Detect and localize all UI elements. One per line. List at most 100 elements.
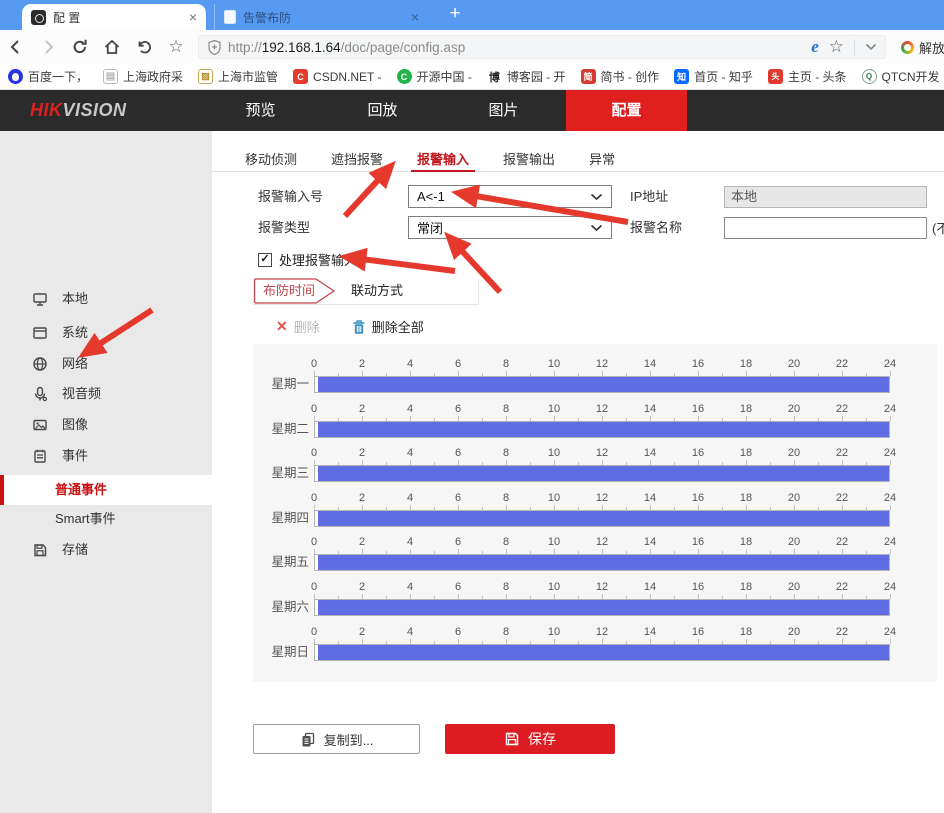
camera-favicon-icon — [31, 10, 46, 25]
schedule-timeline[interactable]: 024681012141618202224 — [314, 626, 890, 661]
sidebar-item-storage[interactable]: 存储 — [0, 535, 212, 565]
sidebar-item-system[interactable]: 系统 — [0, 318, 212, 348]
schedule-timeline[interactable]: 024681012141618202224 — [314, 403, 890, 438]
reload-icon[interactable] — [64, 33, 96, 61]
bookmark-item[interactable]: 知首页 - 知乎 — [674, 68, 753, 85]
alarm-name-field[interactable] — [724, 217, 927, 239]
armed-period[interactable] — [318, 422, 889, 437]
globe-icon — [31, 355, 49, 373]
schedule-bar[interactable] — [314, 510, 890, 527]
browser-toolbar: ☆ http://192.168.1.64/doc/page/config.as… — [0, 30, 944, 64]
back-icon[interactable] — [0, 33, 32, 61]
copy-to-button[interactable]: 复制到... — [253, 724, 420, 754]
alarm-type-select[interactable]: 常闭 — [408, 216, 612, 239]
delete-button[interactable]: ✕ 删除 — [276, 317, 320, 336]
schedule-bar[interactable] — [314, 554, 890, 571]
bookmark-item[interactable]: ▤上海政府采 — [103, 68, 183, 85]
schedule-bar[interactable] — [314, 644, 890, 661]
nav-item-playback[interactable]: 回放 — [322, 90, 443, 131]
forward-icon[interactable] — [32, 33, 64, 61]
day-label: 星期四 — [253, 510, 309, 527]
config-tabs: 移动侦测 遮挡报警 报警输入 报警输出 异常 — [212, 144, 944, 172]
chevron-down-icon — [590, 193, 603, 201]
page-favicon-icon: ▤ — [103, 69, 118, 84]
sidebar-item-basic-event[interactable]: 普通事件 — [0, 475, 212, 505]
bookmark-item[interactable]: CCSDN.NET - — [293, 69, 381, 84]
schedule-timeline[interactable]: 024681012141618202224 — [314, 358, 890, 393]
nav-item-config[interactable]: 配置 — [566, 90, 687, 131]
home-icon[interactable] — [96, 33, 128, 61]
save-button[interactable]: 保存 — [445, 724, 615, 754]
new-tab-button[interactable]: + — [440, 0, 470, 30]
armed-period[interactable] — [318, 377, 889, 392]
armed-period[interactable] — [318, 555, 889, 570]
close-tab-icon[interactable]: × — [183, 9, 197, 25]
close-tab-icon[interactable]: × — [405, 9, 419, 25]
schedule-timeline[interactable]: 024681012141618202224 — [314, 581, 890, 616]
armed-period[interactable] — [318, 466, 889, 481]
cnblogs-favicon-icon: 博 — [487, 69, 502, 84]
schedule-bar[interactable] — [314, 376, 890, 393]
day-label: 星期日 — [253, 644, 309, 661]
browser-tab-alarm[interactable]: 告警布防 × — [214, 4, 428, 30]
armed-period[interactable] — [318, 511, 889, 526]
baidu-favicon-icon — [8, 69, 23, 84]
extension-ring-icon[interactable] — [901, 41, 914, 54]
tab-alarm-input[interactable]: 报警输入 — [411, 144, 475, 171]
schedule-row: 星期三 024681012141618202224 — [253, 447, 937, 492]
delete-all-button[interactable]: 删除全部 — [352, 317, 424, 336]
alarm-input-no-select[interactable]: A<-1 — [408, 185, 612, 208]
subtab-linkage-method[interactable]: 联动方式 — [351, 278, 403, 304]
bookmark-item[interactable]: 百度一下， — [8, 68, 88, 85]
bookmark-star-icon[interactable]: ☆ — [829, 37, 844, 57]
schedule-bar[interactable] — [314, 465, 890, 482]
day-label: 星期五 — [253, 554, 309, 571]
nav-item-preview[interactable]: 预览 — [200, 90, 321, 131]
jianshu-favicon-icon: 简 — [581, 69, 596, 84]
picture-icon — [31, 416, 49, 434]
tab-motion-detection[interactable]: 移动侦测 — [239, 144, 303, 171]
tab-tamper-alarm[interactable]: 遮挡报警 — [325, 144, 389, 171]
bookmark-item[interactable]: ▨上海市监管 — [198, 68, 278, 85]
sidebar-item-image[interactable]: 图像 — [0, 410, 212, 440]
sidebar-item-audio-video[interactable]: 视音频 — [0, 379, 212, 409]
hour-labels: 024681012141618202224 — [314, 626, 890, 639]
ip-address-field: 本地 — [724, 186, 927, 208]
undo-icon[interactable] — [128, 33, 160, 61]
bookmark-label: QTCN开发 — [882, 68, 940, 85]
day-label: 星期三 — [253, 465, 309, 482]
bookmark-item[interactable]: 博博客园 - 开 — [487, 68, 566, 85]
bookmark-item[interactable]: 头主页 - 头条 — [768, 68, 847, 85]
page-favicon-icon — [224, 10, 236, 24]
address-bar[interactable]: http://192.168.1.64/doc/page/config.asp … — [198, 35, 886, 59]
schedule-timeline[interactable]: 024681012141618202224 — [314, 492, 890, 527]
schedule-row: 星期六 024681012141618202224 — [253, 581, 937, 626]
armed-period[interactable] — [318, 600, 889, 615]
bookmark-item[interactable]: 简简书 - 创作 — [581, 68, 660, 85]
schedule-timeline[interactable]: 024681012141618202224 — [314, 536, 890, 571]
ie-mode-icon[interactable]: e — [811, 37, 819, 57]
armed-period[interactable] — [318, 645, 889, 660]
tab-alarm-output[interactable]: 报警输出 — [497, 144, 561, 171]
favorites-star-icon[interactable]: ☆ — [160, 33, 192, 61]
schedule-timeline[interactable]: 024681012141618202224 — [314, 447, 890, 482]
site-nav: HIKVISION 预览 回放 图片 配置 — [0, 90, 944, 131]
sidebar-item-local[interactable]: 本地 — [0, 284, 212, 314]
browser-tab-config[interactable]: 配 置 × — [22, 4, 206, 30]
checkbox-checked-icon[interactable]: ✓ — [258, 253, 272, 267]
schedule-bar[interactable] — [314, 599, 890, 616]
schedule-bar[interactable] — [314, 421, 890, 438]
bookmark-item[interactable]: QQTCN开发 — [862, 68, 940, 85]
tab-exception[interactable]: 异常 — [583, 144, 621, 171]
nav-item-picture[interactable]: 图片 — [443, 90, 564, 131]
sidebar-item-event[interactable]: 事件 — [0, 441, 212, 471]
save-floppy-icon — [504, 731, 520, 747]
chevron-down-icon[interactable] — [865, 43, 877, 51]
bookmark-item[interactable]: C开源中国 - — [397, 68, 472, 85]
hour-labels: 024681012141618202224 — [314, 358, 890, 371]
sidebar-item-smart-event[interactable]: Smart事件 — [0, 504, 212, 534]
subtab-arming-schedule[interactable]: 布防时间 — [253, 278, 337, 304]
sidebar-item-network[interactable]: 网络 — [0, 349, 212, 379]
day-label: 星期六 — [253, 599, 309, 616]
handle-alarm-input-checkbox-row[interactable]: ✓ 处理报警输入 — [258, 250, 357, 269]
